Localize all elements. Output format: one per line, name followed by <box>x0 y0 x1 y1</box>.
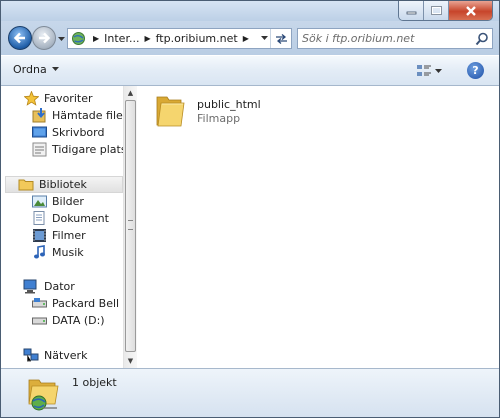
search-input[interactable] <box>302 31 468 46</box>
refresh-icon <box>275 33 287 44</box>
explorer-window: ▶ Inter... ▶ ftp.oribium.net ▶ Ordna ? <box>0 0 500 418</box>
help-button[interactable]: ? <box>467 62 484 79</box>
search-box[interactable] <box>297 28 493 49</box>
nav-item-videos[interactable]: Filmer <box>31 227 86 244</box>
network-location-icon <box>72 32 85 45</box>
folder-icon <box>156 96 185 127</box>
nav-libraries-label: Bibliotek <box>39 178 87 191</box>
pictures-icon <box>31 194 47 210</box>
file-list[interactable]: public_html Filmapp <box>137 86 499 368</box>
nav-network[interactable]: Nätverk <box>23 347 87 364</box>
triangle-down-icon: ▼ <box>127 357 134 365</box>
address-history-dropdown[interactable] <box>257 29 271 48</box>
refresh-button[interactable] <box>270 29 291 48</box>
scroll-up-button[interactable]: ▲ <box>124 86 137 100</box>
nav-item-label: Musik <box>52 246 84 259</box>
minimize-button[interactable] <box>399 1 424 20</box>
nav-item-documents[interactable]: Dokument <box>31 210 109 227</box>
arrow-right-icon <box>39 32 51 44</box>
recent-places-icon <box>31 142 47 158</box>
nav-item-label: Skrivbord <box>52 126 105 139</box>
nav-libraries[interactable]: Bibliotek <box>5 176 123 193</box>
nav-item-music[interactable]: Musik <box>31 244 84 261</box>
breadcrumb: ▶ Inter... ▶ ftp.oribium.net ▶ <box>88 29 254 48</box>
library-icon <box>18 177 34 193</box>
computer-icon <box>23 279 39 295</box>
file-item[interactable]: public_html Filmapp <box>151 90 321 132</box>
downloads-icon <box>31 108 47 124</box>
nav-item-drive-d[interactable]: DATA (D:) <box>31 312 105 329</box>
triangle-up-icon: ▲ <box>127 89 134 97</box>
file-type: Filmapp <box>197 112 241 125</box>
arrow-left-icon <box>13 32 25 44</box>
back-button[interactable] <box>8 26 32 50</box>
nav-item-label: Bilder <box>52 195 84 208</box>
crumb-separator-icon[interactable]: ▶ <box>144 34 150 43</box>
videos-icon <box>31 228 47 244</box>
drive-d-icon <box>31 313 47 329</box>
desktop-icon <box>31 125 47 141</box>
close-icon <box>465 5 476 16</box>
nav-item-pictures[interactable]: Bilder <box>31 193 84 210</box>
nav-item-recent-places[interactable]: Tidigare platser <box>31 141 138 158</box>
crumb-separator-icon[interactable]: ▶ <box>243 34 249 43</box>
details-pane: 1 objekt <box>1 368 499 417</box>
nav-item-label: Dokument <box>52 212 109 225</box>
nav-favorites-label: Favoriter <box>44 92 93 105</box>
nav-item-label: Hämtade filer <box>52 109 128 122</box>
nav-item-label: Filmer <box>52 229 86 242</box>
nav-item-desktop[interactable]: Skrivbord <box>31 124 104 141</box>
minimize-icon <box>406 11 416 14</box>
crumb-separator-icon[interactable]: ▶ <box>93 34 99 43</box>
organize-button[interactable]: Ordna <box>13 63 59 76</box>
breadcrumb-item[interactable]: ftp.oribium.net <box>156 32 238 45</box>
title-bar[interactable] <box>1 1 499 21</box>
close-button[interactable] <box>449 1 492 20</box>
network-location-icon <box>28 379 59 411</box>
file-name: public_html <box>197 98 261 111</box>
chevron-down-icon <box>57 36 65 41</box>
nav-item-downloads[interactable]: Hämtade filer <box>31 107 127 124</box>
organize-label: Ordna <box>13 63 47 76</box>
nav-pane-scrollbar[interactable]: ▲ ▼ <box>123 86 137 368</box>
network-icon <box>23 348 39 364</box>
nav-item-label: DATA (D:) <box>52 314 105 327</box>
grip-icon <box>128 220 133 230</box>
nav-computer[interactable]: Dator <box>23 278 75 295</box>
navigation-pane: Favoriter Hämtade filer Skrivbord Tidiga… <box>1 86 143 368</box>
change-view-button[interactable] <box>416 62 446 80</box>
chevron-down-icon <box>51 67 59 71</box>
command-bar: Ordna ? <box>1 55 499 86</box>
nav-favorites[interactable]: Favoriter <box>23 90 92 107</box>
star-icon <box>23 91 39 107</box>
drive-c-icon <box>31 296 47 312</box>
scroll-down-button[interactable]: ▼ <box>124 354 137 368</box>
breadcrumb-item[interactable]: Inter... <box>104 32 139 45</box>
nav-computer-label: Dator <box>44 280 75 293</box>
address-bar[interactable]: ▶ Inter... ▶ ftp.oribium.net ▶ <box>67 28 292 49</box>
item-count: 1 objekt <box>72 376 117 389</box>
documents-icon <box>31 211 47 227</box>
view-list-icon <box>417 65 431 76</box>
help-icon: ? <box>472 64 479 77</box>
music-icon <box>31 245 47 261</box>
scroll-thumb[interactable] <box>125 100 136 352</box>
forward-button[interactable] <box>32 26 56 50</box>
search-icon[interactable] <box>475 32 489 46</box>
chevron-down-icon <box>260 36 268 40</box>
maximize-button[interactable] <box>424 1 449 20</box>
window-controls <box>398 1 493 21</box>
maximize-icon <box>430 6 442 15</box>
recent-pages-dropdown[interactable] <box>57 35 65 43</box>
chevron-down-icon <box>435 68 442 73</box>
nav-network-label: Nätverk <box>44 349 88 362</box>
